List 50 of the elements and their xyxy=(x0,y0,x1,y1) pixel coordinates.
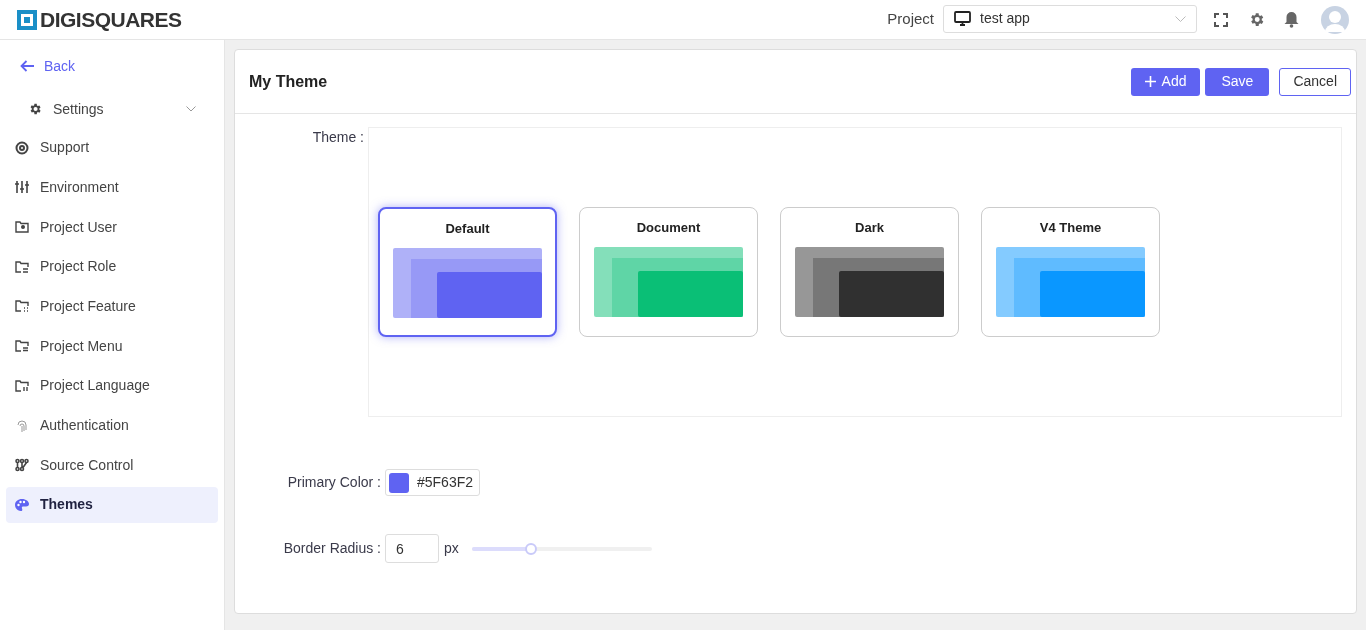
settings-icon[interactable] xyxy=(1248,11,1265,28)
theme-option[interactable]: Default xyxy=(378,207,557,337)
primary-color-label: Primary Color : xyxy=(286,473,382,492)
border-radius-label: Border Radius : xyxy=(282,539,382,558)
fingerprint-icon xyxy=(15,418,29,433)
monitor-icon xyxy=(954,11,971,26)
cancel-button[interactable]: Cancel xyxy=(1279,67,1351,96)
sidebar-item[interactable]: Environment xyxy=(6,169,218,206)
add-button[interactable]: Add xyxy=(1130,67,1201,96)
sidebar-item[interactable]: Project Feature xyxy=(6,288,218,325)
sidebar-item[interactable]: Project Language xyxy=(6,367,218,404)
sliders-icon xyxy=(15,180,29,195)
sidebar-item[interactable]: Project User xyxy=(6,209,218,246)
sidebar-item[interactable]: Project Role xyxy=(6,248,218,285)
theme-label: Theme : xyxy=(311,128,365,147)
color-picker[interactable]: #5F63F2 xyxy=(385,469,481,496)
folder-icon xyxy=(15,379,29,392)
chevron-down-icon xyxy=(1175,15,1186,22)
slider-thumb[interactable] xyxy=(525,542,538,555)
bell-icon[interactable] xyxy=(1284,11,1299,28)
gear-icon xyxy=(28,102,42,116)
folder-user-icon xyxy=(15,221,29,234)
sidebar-item[interactable]: Authentication xyxy=(6,407,218,444)
page-title: My Theme xyxy=(249,71,329,92)
fullscreen-icon[interactable] xyxy=(1214,12,1228,27)
unit-label: px xyxy=(444,539,459,558)
branches-icon xyxy=(15,458,29,473)
sidebar-item[interactable]: Project Menu xyxy=(6,328,218,365)
arrow-left-icon xyxy=(20,60,35,72)
project-value: test app xyxy=(980,9,1030,28)
folder-icon xyxy=(15,260,29,273)
sidebar-item[interactable]: Source Control xyxy=(6,447,218,484)
logo-text: DIGISQUARES xyxy=(40,6,182,33)
project-select[interactable]: test app xyxy=(943,4,1197,33)
plus-icon xyxy=(1144,76,1156,87)
sidebar-item[interactable]: Themes xyxy=(6,486,218,523)
sidebar-item[interactable]: Support xyxy=(6,129,218,166)
folder-icon xyxy=(15,340,29,353)
palette-icon xyxy=(14,497,30,512)
lifebuoy-icon xyxy=(15,140,29,155)
settings-menu-group[interactable]: Settings xyxy=(6,92,218,126)
theme-option[interactable]: V4 Theme xyxy=(981,207,1160,337)
back-link[interactable]: Back xyxy=(6,52,218,80)
folder-icon xyxy=(15,300,29,313)
theme-option[interactable]: Document xyxy=(579,207,758,337)
border-radius-input[interactable]: 6 xyxy=(385,534,439,563)
theme-option[interactable]: Dark xyxy=(780,207,959,337)
project-label: Project xyxy=(887,9,934,30)
logo-icon xyxy=(17,9,37,30)
save-button[interactable]: Save xyxy=(1205,67,1270,96)
